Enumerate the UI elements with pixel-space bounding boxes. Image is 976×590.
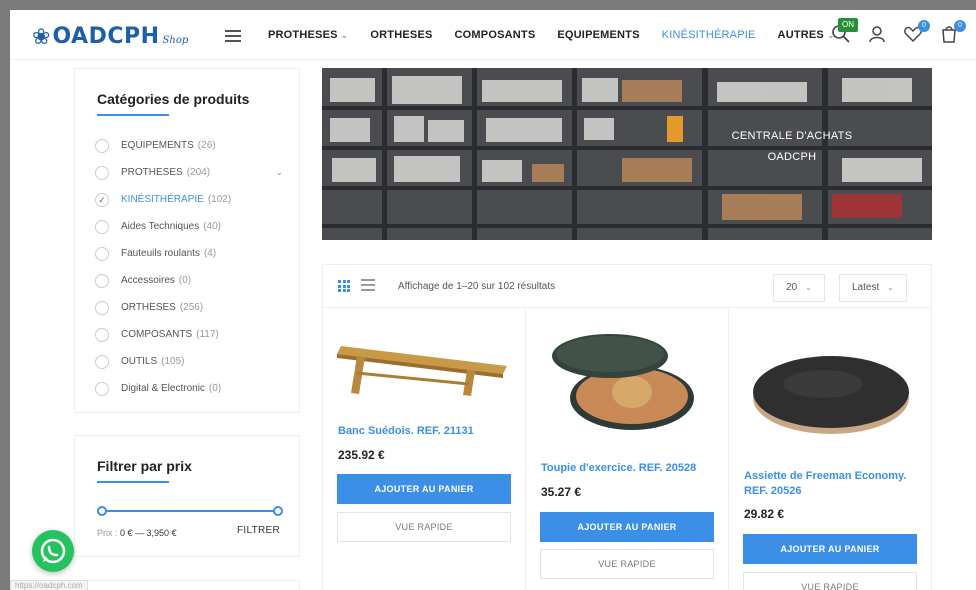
category-item-digital[interactable]: Digital & Electronic (0): [95, 375, 295, 402]
product-image-bench[interactable]: [337, 328, 513, 398]
hero-banner: CENTRALE D'ACHATS OADCPH: [322, 68, 932, 240]
product-price: 35.27 €: [541, 485, 582, 499]
add-to-cart-button[interactable]: AJOUTER AU PANIER: [743, 534, 917, 564]
banner-caption: CENTRALE D'ACHATS OADCPH: [722, 126, 862, 168]
radio-icon[interactable]: [95, 246, 109, 261]
whatsapp-button[interactable]: [32, 530, 74, 572]
user-icon: [869, 26, 885, 43]
slider-min-handle[interactable]: [97, 506, 107, 516]
logo-figure-icon: ❀: [32, 23, 51, 49]
chevron-down-icon: ⌄: [887, 283, 894, 292]
categories-title: Catégories de produits: [97, 91, 250, 107]
category-item-composants[interactable]: COMPOSANTS (117): [95, 321, 295, 348]
nav-item-autres[interactable]: AUTRES ⌄: [778, 29, 835, 41]
checkmark-icon[interactable]: ✓: [95, 192, 109, 207]
status-url: https://oadcph.com: [10, 580, 88, 590]
radio-icon[interactable]: [95, 327, 109, 342]
logo-text: OADCPH: [52, 24, 160, 49]
nav-item-kinesitherapie[interactable]: KINÉSITHÉRAPIE: [662, 29, 756, 41]
quick-view-button[interactable]: VUE RAPIDE: [540, 549, 714, 579]
categories-widget: Catégories de produits EQUIPEMENTS (26) P…: [74, 68, 300, 413]
status-badge: ON: [838, 18, 858, 32]
product-name[interactable]: Toupie d'exercice. REF. 20528: [541, 461, 719, 476]
product-card: Banc Suédois. REF. 21131 235.92 € AJOUTE…: [323, 308, 526, 590]
shop-toolbar: Affichage de 1–20 sur 102 résultats 20 ⌄ …: [322, 264, 932, 308]
radio-icon[interactable]: [95, 300, 109, 315]
category-item-fauteuils[interactable]: Fauteuils roulants (4): [95, 240, 295, 267]
category-item-aides-techniques[interactable]: Aides Techniques (40): [95, 213, 295, 240]
wishlist-button[interactable]: 0: [902, 20, 930, 46]
list-view-icon[interactable]: [361, 279, 375, 291]
category-item-kinesitherapie[interactable]: ✓ KINÉSITHÉRAPIE (102): [95, 186, 295, 213]
add-to-cart-button[interactable]: AJOUTER AU PANIER: [337, 474, 511, 504]
price-slider[interactable]: [97, 506, 283, 516]
cart-button[interactable]: 0: [938, 20, 966, 46]
filter-button[interactable]: FILTRER: [237, 525, 280, 536]
site-header: ❀ OADCPH Shop PROTHESES ⌄ ORTHESES COMPOS…: [10, 10, 976, 60]
product-grid: Banc Suédois. REF. 21131 235.92 € AJOUTE…: [322, 308, 932, 590]
chevron-down-icon[interactable]: ⌄: [275, 167, 283, 178]
category-item-outils[interactable]: OUTILS (105): [95, 348, 295, 375]
product-image-freeman-board[interactable]: [743, 348, 919, 438]
site-logo[interactable]: ❀ OADCPH Shop: [32, 24, 188, 49]
category-item-accessoires[interactable]: Accessoires (0): [95, 267, 295, 294]
next-widget: [74, 580, 300, 590]
radio-icon[interactable]: [95, 165, 109, 180]
price-range-label: Prix : 0 € — 3,950 €: [97, 528, 177, 538]
product-name[interactable]: Assiette de Freeman Economy. REF. 20526: [744, 469, 922, 499]
slider-track: [101, 510, 279, 512]
sort-select[interactable]: Latest ⌄: [839, 274, 907, 302]
nav-item-composants[interactable]: COMPOSANTS: [455, 29, 536, 41]
radio-icon[interactable]: [95, 138, 109, 153]
nav-item-equipements[interactable]: EQUIPEMENTS: [557, 29, 639, 41]
category-item-protheses[interactable]: PROTHESES (204) ⌄: [95, 159, 295, 186]
title-underline: [97, 114, 169, 116]
page-frame: ❀ OADCPH Shop PROTHESES ⌄ ORTHESES COMPOS…: [10, 10, 976, 590]
banner-line-1: CENTRALE D'ACHATS: [731, 130, 853, 142]
wishlist-count-badge: 0: [918, 20, 930, 32]
category-list: EQUIPEMENTS (26) PROTHESES (204) ⌄ ✓ KINÉSIT…: [95, 132, 295, 402]
product-price: 235.92 €: [338, 448, 385, 462]
menu-hamburger-icon[interactable]: [225, 30, 241, 42]
header-icons: ON 0 0: [830, 18, 974, 46]
chevron-down-icon: ⌄: [805, 283, 812, 292]
main-nav: PROTHESES ⌄ ORTHESES COMPOSANTS EQUIPEMEN…: [268, 10, 857, 60]
price-filter-title: Filtrer par prix: [97, 458, 192, 474]
radio-icon[interactable]: [95, 354, 109, 369]
title-underline: [97, 481, 169, 483]
category-item-equipements[interactable]: EQUIPEMENTS (26): [95, 132, 295, 159]
chevron-down-icon: ⌄: [340, 30, 349, 40]
whatsapp-icon: [40, 538, 66, 564]
quick-view-button[interactable]: VUE RAPIDE: [743, 572, 917, 590]
per-page-select[interactable]: 20 ⌄: [773, 274, 825, 302]
result-count: Affichage de 1–20 sur 102 résultats: [398, 281, 556, 292]
product-price: 29.82 €: [744, 507, 785, 521]
product-card: Toupie d'exercice. REF. 20528 35.27 € AJ…: [526, 308, 729, 590]
add-to-cart-button[interactable]: AJOUTER AU PANIER: [540, 512, 714, 542]
product-image-wobble-board[interactable]: [540, 326, 716, 436]
radio-icon[interactable]: [95, 273, 109, 288]
nav-item-protheses[interactable]: PROTHESES ⌄: [268, 29, 348, 41]
cart-count-badge: 0: [954, 20, 966, 32]
nav-item-ortheses[interactable]: ORTHESES: [370, 29, 432, 41]
search-button[interactable]: ON: [830, 18, 858, 46]
product-card: Assiette de Freeman Economy. REF. 20526 …: [729, 308, 932, 590]
radio-icon[interactable]: [95, 381, 109, 396]
account-button[interactable]: [866, 24, 888, 46]
banner-line-2: OADCPH: [767, 151, 817, 163]
radio-icon[interactable]: [95, 219, 109, 234]
category-item-ortheses[interactable]: ORTHESES (256): [95, 294, 295, 321]
logo-subtitle: Shop: [162, 35, 189, 46]
slider-max-handle[interactable]: [273, 506, 283, 516]
grid-view-icon[interactable]: [338, 280, 350, 292]
quick-view-button[interactable]: VUE RAPIDE: [337, 512, 511, 542]
product-name[interactable]: Banc Suédois. REF. 21131: [338, 424, 516, 439]
price-filter-widget: Filtrer par prix Prix : 0 € — 3,950 € FI…: [74, 435, 300, 557]
